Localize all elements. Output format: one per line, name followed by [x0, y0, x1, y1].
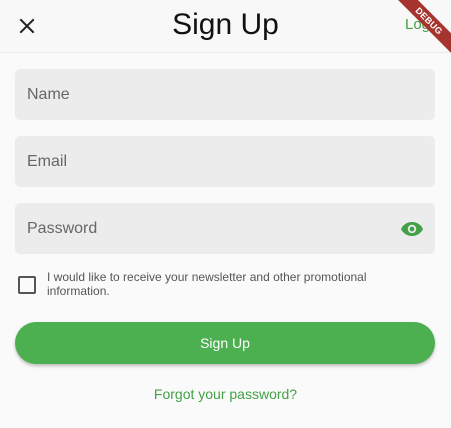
- name-field[interactable]: Name: [15, 69, 435, 120]
- newsletter-checkbox[interactable]: [18, 276, 36, 294]
- name-placeholder: Name: [27, 85, 70, 103]
- password-visibility-toggle[interactable]: [397, 214, 427, 244]
- signup-button[interactable]: Sign Up: [15, 322, 435, 364]
- login-link[interactable]: Log: [405, 16, 430, 33]
- email-field[interactable]: Email: [15, 136, 435, 187]
- email-placeholder: Email: [27, 152, 68, 170]
- eye-icon: [401, 221, 423, 236]
- app-bar: Sign Up Log: [0, 0, 451, 53]
- page-title: Sign Up: [172, 8, 279, 41]
- password-placeholder: Password: [27, 219, 98, 237]
- forgot-password-link[interactable]: Forgot your password?: [0, 386, 451, 402]
- password-field[interactable]: Password: [15, 203, 435, 254]
- newsletter-label: I would like to receive your newsletter …: [47, 270, 367, 298]
